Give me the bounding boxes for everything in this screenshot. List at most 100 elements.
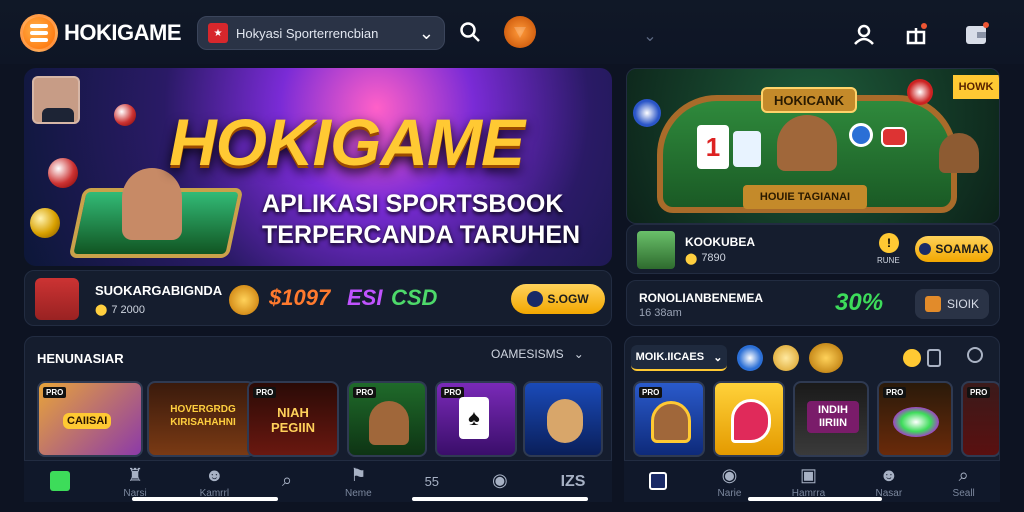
chip-icon: ◉ xyxy=(491,470,508,490)
promo-button[interactable]: S.OGW xyxy=(511,284,605,314)
wallet-icon[interactable] xyxy=(962,20,990,48)
nav-item-chip[interactable]: ◉ xyxy=(492,470,508,493)
flag-icon: ★ xyxy=(208,23,228,43)
stats-percent: 30% xyxy=(835,289,884,316)
user-icon[interactable] xyxy=(967,347,983,363)
diamond-icon[interactable] xyxy=(773,345,799,371)
section-title: HENUNASIAR xyxy=(37,351,124,366)
ball-icon xyxy=(114,104,136,126)
user-icon[interactable] xyxy=(850,20,878,48)
home-indicator xyxy=(748,497,882,501)
nav-item-tv[interactable]: ▣ Hamrra xyxy=(792,465,825,499)
game-thumb[interactable]: HOVERGRDG KIRISAHAHNI xyxy=(147,381,255,457)
home-icon xyxy=(649,471,668,490)
search-input[interactable]: ★ Hokyasi Sporterrencbian ⌄ xyxy=(197,16,445,50)
chip-label: MOIK.IICAES xyxy=(635,351,705,363)
game-thumb[interactable]: PRO xyxy=(961,381,999,457)
hero-title: HOKIGAME xyxy=(169,105,525,179)
game-tag: PRO xyxy=(253,387,277,398)
card-icon: 1 xyxy=(697,125,729,169)
promo-button-label: S.OGW xyxy=(547,292,589,306)
nav-label: Narie xyxy=(717,487,742,499)
nav-item-home[interactable] xyxy=(649,471,668,492)
hero-banner[interactable]: HOKIGAME APLIKASI SPORTSBOOK TERPERCANDA… xyxy=(24,68,612,266)
flag-icon: ⚑ xyxy=(350,464,367,485)
nav-label: Neme xyxy=(344,487,372,499)
coin-icon: ⬤ xyxy=(95,304,108,316)
right-user-row: KOOKUBEA ⬤ 7890 ! RUNE SOAMAK xyxy=(626,224,1000,274)
person-icon: ☻ xyxy=(879,464,899,485)
gift-icon[interactable] xyxy=(902,20,930,48)
chip-icon[interactable] xyxy=(737,345,763,371)
chevron-down-icon: ⌄ xyxy=(713,351,723,364)
right-user-button[interactable]: SOAMAK xyxy=(915,236,993,262)
search-value: Hokyasi Sporterrencbian xyxy=(236,25,379,41)
game-label: CAIISAI xyxy=(63,413,112,429)
mascot-icon[interactable] xyxy=(504,16,536,48)
grid-icon[interactable] xyxy=(927,349,941,367)
logo-icon xyxy=(20,14,58,52)
person-icon: ☻ xyxy=(204,464,224,485)
chevron-down-icon[interactable]: ⌄ xyxy=(636,22,664,50)
stats-button-label: SIOIK xyxy=(946,297,979,311)
game-thumb[interactable]: PRO xyxy=(633,381,705,457)
nav-item-profile[interactable]: ☻ Kamrrl xyxy=(200,465,229,499)
game-tag: PRO xyxy=(43,387,67,398)
bear-mascot-icon xyxy=(777,115,837,171)
game-thumb[interactable]: PRO NIAH PEGIIN xyxy=(247,381,339,457)
user-name: KOOKUBEA xyxy=(685,235,756,249)
game-thumb[interactable]: PRO ♠ xyxy=(435,381,517,457)
nav-item-trophy[interactable]: ♜ Narsi xyxy=(123,465,146,499)
game-thumb[interactable] xyxy=(523,381,603,457)
bottom-nav-right: ◉ Narie ▣ Hamrra ☻ Nasar ⌕ Seall xyxy=(624,460,1000,502)
hero-subtitle-1: APLIKASI SPORTSBOOK xyxy=(262,190,564,218)
search-icon: ⌕ xyxy=(958,464,969,485)
chip-icon xyxy=(849,123,873,147)
chip-icon xyxy=(907,79,933,105)
game-tag: PRO xyxy=(639,387,663,398)
right-banner[interactable]: HOKICANK HOUIE TAGIANAI 1 HOWK xyxy=(626,68,1000,224)
nav-item-flag[interactable]: ⚑ Neme xyxy=(345,465,372,499)
game-thumb[interactable] xyxy=(713,381,785,457)
coin-icon[interactable] xyxy=(903,349,921,367)
corner-tag: HOWK xyxy=(953,75,999,99)
heart-icon xyxy=(731,399,771,443)
coin-count: ⬤ 7890 xyxy=(685,252,726,265)
nav-item-search[interactable]: ⌕ Seall xyxy=(953,465,975,499)
game-label: NIAH PEGIIN xyxy=(270,405,316,435)
chip-icon xyxy=(633,99,661,127)
logo[interactable]: HOKIGAME xyxy=(20,14,182,52)
bonus-label: RUNE xyxy=(877,256,900,265)
category-dropdown[interactable]: OAMESISMS ⌄ xyxy=(491,347,584,361)
promo-badge: ESI xyxy=(347,285,383,310)
promo-amount: $1097 xyxy=(269,285,331,310)
nav-item-search[interactable]: ⌕ xyxy=(282,470,292,493)
nav-label: IZS xyxy=(560,472,586,490)
nav-item-home[interactable] xyxy=(50,470,71,493)
card-icon: ♠ xyxy=(459,397,489,439)
search-icon[interactable] xyxy=(456,18,484,46)
game-thumb[interactable]: PRO CAIISAI xyxy=(37,381,143,457)
stats-button[interactable]: SIOIK xyxy=(915,289,989,319)
game-thumb[interactable]: PRO xyxy=(877,381,953,457)
nav-item-profile[interactable]: ☻ Nasar xyxy=(876,465,903,499)
nav-item-text[interactable]: 55 xyxy=(425,474,439,489)
chevron-down-icon[interactable]: ⌄ xyxy=(419,23,434,44)
right-user-button-label: SOAMAK xyxy=(935,242,989,256)
game-thumb[interactable]: PRO xyxy=(347,381,427,457)
nav-label: Seall xyxy=(952,487,975,499)
player-avatar xyxy=(32,76,80,124)
home-indicator xyxy=(132,497,278,501)
coin-icon[interactable] xyxy=(809,343,843,373)
table-label: HOUIE TAGIANAI xyxy=(743,185,867,209)
game-thumb[interactable]: INDIH IIRIIN xyxy=(793,381,869,457)
game-tag: PRO xyxy=(353,387,377,398)
chip-icon xyxy=(893,407,939,437)
search-icon: ⌕ xyxy=(281,470,293,490)
nav-item-chip[interactable]: ◉ Narie xyxy=(718,465,742,499)
coin-value: 7890 xyxy=(701,252,726,264)
promo-badge-2: CSD xyxy=(391,285,438,310)
category-chip[interactable]: MOIK.IICAES ⌄ xyxy=(631,345,727,371)
nav-item-grid[interactable]: IZS xyxy=(561,473,586,491)
home-indicator xyxy=(412,497,588,501)
